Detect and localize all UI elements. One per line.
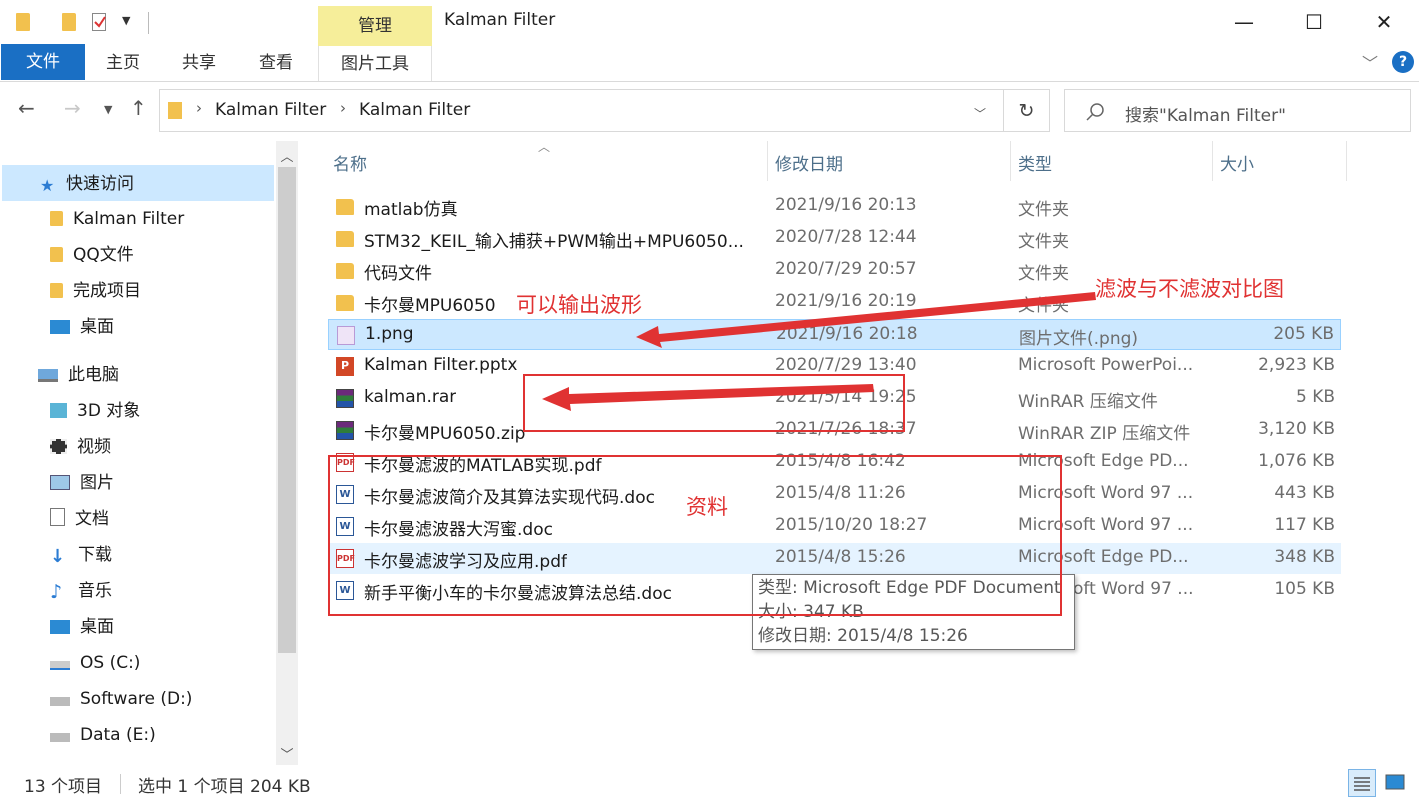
png-annotation-label: 可以输出波形 bbox=[516, 293, 642, 317]
documents-annotation-label: 资料 bbox=[686, 495, 728, 519]
large-icons-view-button[interactable] bbox=[1382, 769, 1410, 797]
details-view-icon bbox=[1354, 777, 1370, 791]
status-separator bbox=[120, 774, 121, 794]
status-item-count: 13 个项目 bbox=[24, 777, 103, 797]
rar-highlight-box bbox=[523, 374, 905, 432]
large-icons-view-icon bbox=[1385, 774, 1405, 790]
compare-annotation-label: 滤波与不滤波对比图 bbox=[1095, 277, 1284, 301]
details-view-button[interactable] bbox=[1348, 769, 1376, 797]
arrow-to-png bbox=[636, 292, 1096, 348]
status-selection: 选中 1 个项目 204 KB bbox=[138, 777, 311, 797]
documents-highlight-box bbox=[328, 455, 1062, 616]
